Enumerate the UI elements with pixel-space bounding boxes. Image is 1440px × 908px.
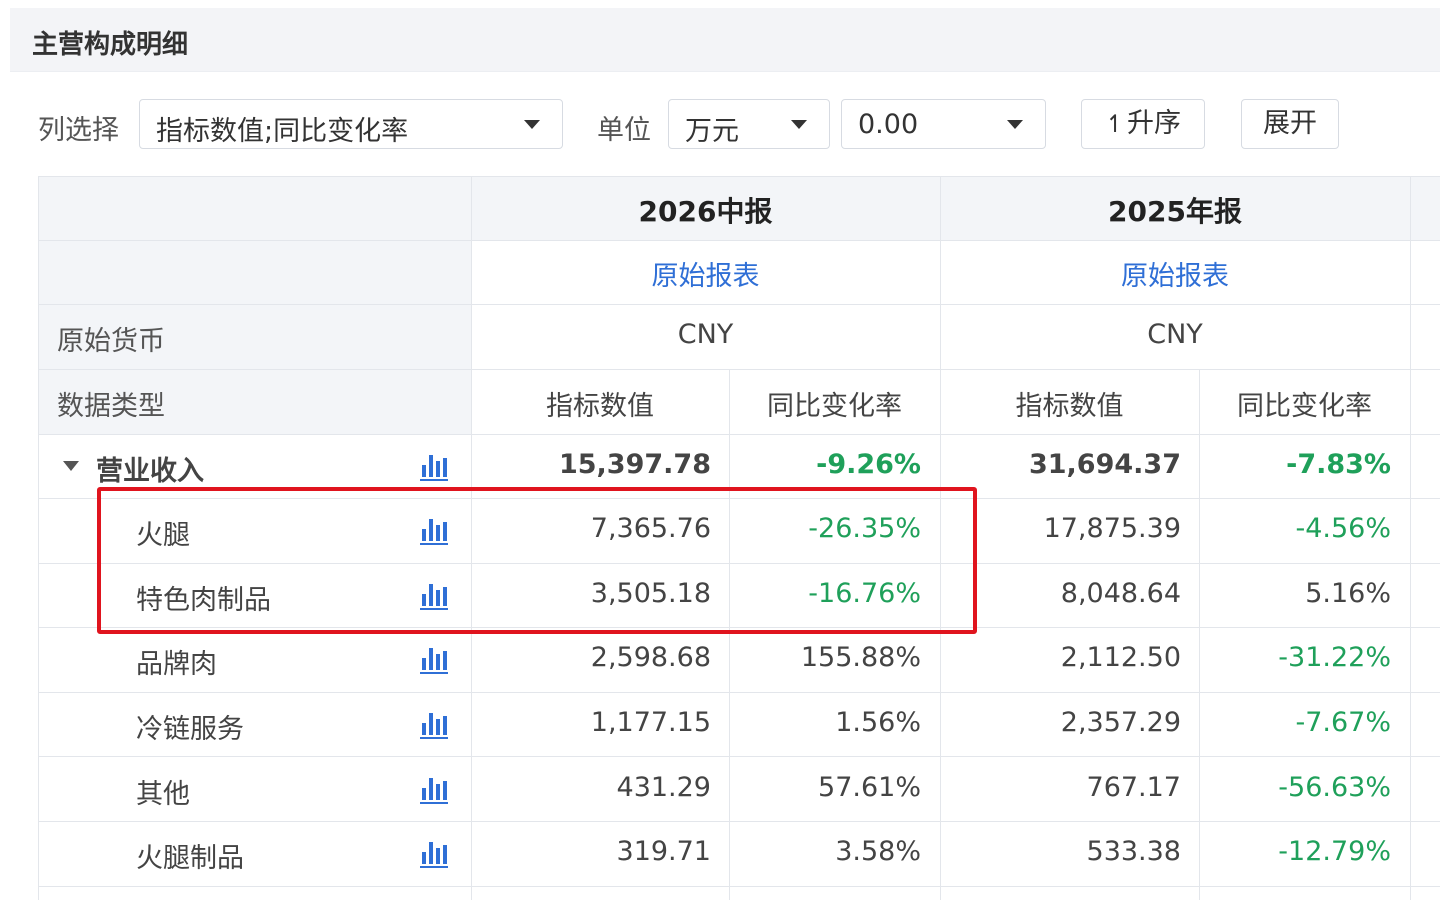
bar-chart-icon[interactable] [420,644,448,674]
value-cell: 2,357.29 [1060,707,1181,738]
yoy-cell: -7.67% [1295,707,1391,738]
row-label-revenue: 营业收入 [96,456,204,487]
unit-dropdown[interactable]: 万元 [668,99,830,149]
yoy-cell: -9.26% [816,449,921,480]
currency-value-2: CNY [1147,319,1203,350]
expand-button[interactable]: 展开 [1241,99,1339,149]
yoy-cell: 57.61% [818,772,921,803]
value-cell: 8,048.64 [1060,578,1181,609]
value-cell: 31,694.37 [1028,449,1181,480]
yoy-cell: -12.79% [1278,836,1391,867]
currency-row-label: 原始货币 [57,326,165,357]
original-report-link-1[interactable]: 原始报表 [471,254,940,293]
yoy-cell: -31.22% [1278,642,1391,673]
bar-chart-icon[interactable] [420,709,448,739]
sort-label: 升序 [1127,108,1182,139]
unit-label: 单位 [597,115,651,146]
yoy-cell: -4.56% [1295,513,1391,544]
precision-dropdown[interactable]: 0.00 [841,99,1046,149]
chevron-down-icon [524,120,540,129]
yoy-cell: 1.56% [835,707,921,738]
precision-value: 0.00 [858,109,919,140]
col-yoy-header-2: 同比变化率 [1237,391,1372,422]
yoy-cell: 155.88% [800,642,921,673]
collapse-caret-icon[interactable] [63,461,79,471]
panel-header: 主营构成明细 [10,8,1440,72]
period-header-1: 2026中报 [638,195,773,228]
composition-table: 2026中报 2025年报 原始报表 原始报表 原始货币 CNY CNY 数据类… [38,176,1440,900]
value-cell: 431.29 [616,772,711,803]
col-value-header-2: 指标数值 [1015,391,1124,422]
value-cell: 17,875.39 [1043,513,1181,544]
value-cell: 533.38 [1086,836,1181,867]
value-cell: 3,505.18 [590,578,711,609]
yoy-cell: 3.58% [835,836,921,867]
yoy-cell: 5.16% [1305,578,1391,609]
value-cell: 15,397.78 [558,449,711,480]
unit-value: 万元 [685,116,739,147]
currency-value-1: CNY [677,319,734,350]
value-cell: 767.17 [1086,772,1181,803]
chevron-down-icon [791,120,807,129]
panel-title: 主营构成明细 [32,30,189,60]
value-cell: 7,365.76 [590,513,711,544]
chevron-down-icon [1007,120,1023,129]
yoy-cell: -26.35% [808,513,921,544]
value-cell: 1,177.15 [590,707,711,738]
row-label: 火腿 [136,520,190,551]
sort-ascending-button[interactable]: ↿升序 [1081,99,1205,149]
datatype-row-label: 数据类型 [57,391,165,422]
bar-chart-icon[interactable] [420,515,448,545]
row-label: 品牌肉 [136,649,217,680]
row-label: 其他 [136,779,190,810]
column-select-value: 指标数值;同比变化率 [156,116,409,147]
bar-chart-icon[interactable] [420,451,448,481]
sort-arrow-icon: ↿ [1104,110,1126,138]
yoy-cell: -56.63% [1278,772,1391,803]
row-label: 火腿制品 [136,843,244,874]
column-select-dropdown[interactable]: 指标数值;同比变化率 [139,99,563,149]
row-label: 特色肉制品 [136,585,271,616]
yoy-cell: -16.76% [808,578,921,609]
bar-chart-icon[interactable] [420,838,448,868]
bar-chart-icon[interactable] [420,580,448,610]
column-select-label: 列选择 [38,115,119,146]
period-header-2: 2025年报 [1108,195,1242,228]
yoy-cell: -7.83% [1286,449,1391,480]
row-label: 冷链服务 [136,714,244,745]
value-cell: 319.71 [616,836,711,867]
col-value-header-1: 指标数值 [546,391,654,422]
original-report-link-2[interactable]: 原始报表 [940,254,1410,293]
bar-chart-icon[interactable] [420,774,448,804]
value-cell: 2,598.68 [590,642,711,673]
value-cell: 2,112.50 [1060,642,1181,673]
col-yoy-header-1: 同比变化率 [767,391,902,422]
